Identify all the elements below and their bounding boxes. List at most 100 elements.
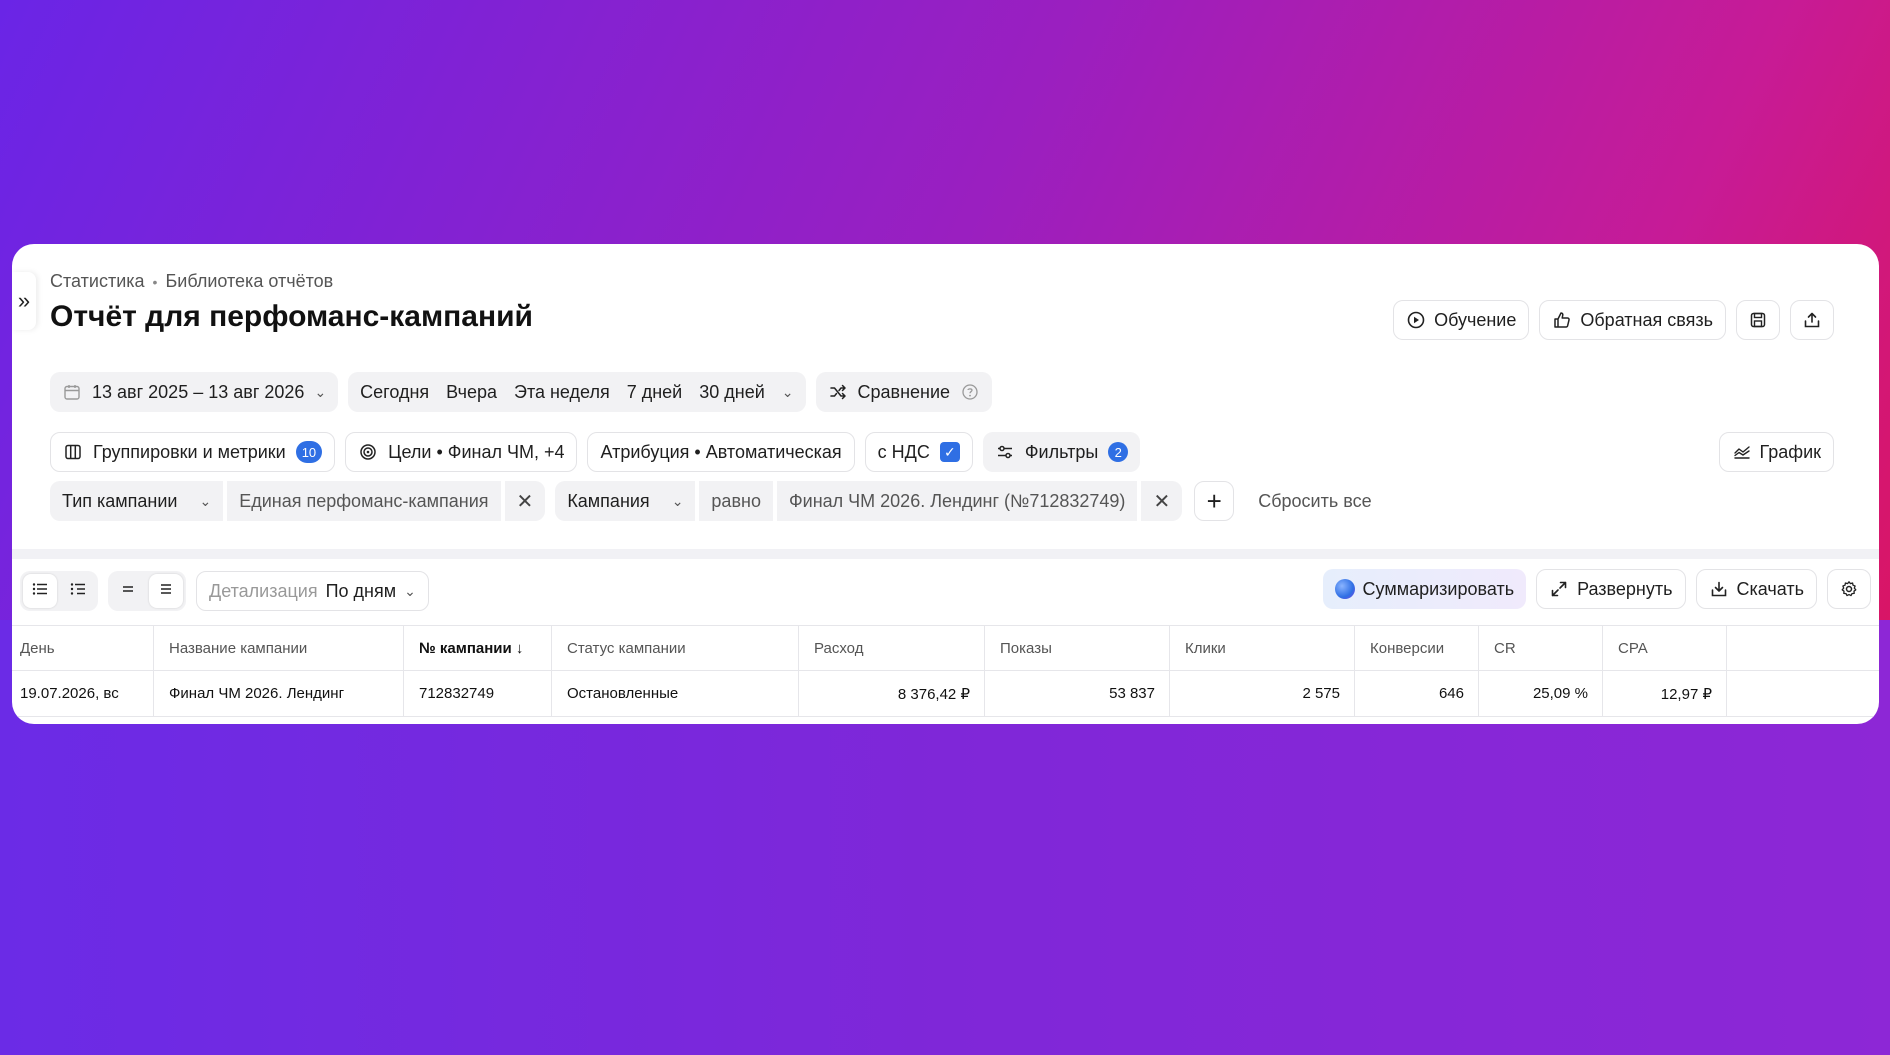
vat-label: с НДС bbox=[877, 441, 930, 462]
filters-button[interactable]: Фильтры 2 bbox=[982, 432, 1141, 472]
detail-label: Детализация bbox=[209, 580, 318, 601]
cell-campaign-id: 712832749 bbox=[404, 671, 552, 716]
breadcrumb: Статистика • Библиотека отчётов bbox=[50, 271, 333, 292]
col-empty-header bbox=[1727, 626, 1879, 670]
list-indent-icon bbox=[70, 582, 86, 601]
period-this-week[interactable]: Эта неделя bbox=[514, 382, 610, 403]
export-button[interactable] bbox=[1790, 300, 1834, 340]
col-impressions-header[interactable]: Показы bbox=[985, 626, 1170, 670]
calendar-icon bbox=[62, 382, 82, 402]
chevron-down-icon: ⌄ bbox=[199, 492, 212, 509]
period-30-days[interactable]: 30 дней bbox=[699, 382, 765, 403]
density-toggle bbox=[108, 571, 186, 611]
filter1-field-select[interactable]: Тип кампании ⌄ bbox=[50, 481, 224, 521]
stats-table: День Название кампании № кампании ↓ Стат… bbox=[12, 625, 1879, 717]
learn-label: Обучение bbox=[1434, 309, 1517, 330]
filter1-remove-button[interactable]: ✕ bbox=[504, 481, 546, 521]
quick-periods: Сегодня Вчера Эта неделя 7 дней 30 дней … bbox=[348, 372, 806, 412]
attribution-label: Атрибуция • Автоматическая bbox=[600, 441, 842, 462]
groupings-count-badge: 10 bbox=[295, 441, 323, 463]
cell-cpa: 12,97 ₽ bbox=[1603, 671, 1727, 716]
save-button[interactable] bbox=[1736, 300, 1780, 340]
period-yesterday[interactable]: Вчера bbox=[446, 382, 497, 403]
download-button[interactable]: Скачать bbox=[1695, 569, 1817, 609]
menu-lines-icon bbox=[159, 582, 173, 601]
vat-checkbox[interactable]: ✓ bbox=[939, 442, 960, 462]
goals-label: Цели • Финал ЧМ, +4 bbox=[388, 441, 565, 462]
close-icon: ✕ bbox=[1153, 490, 1171, 513]
download-icon bbox=[1709, 579, 1729, 599]
report-panel: » Статистика • Библиотека отчётов Отчёт … bbox=[12, 244, 1879, 724]
date-range-value: 13 авг 2025 – 13 авг 2026 bbox=[92, 381, 305, 402]
sidebar-expand-icon[interactable]: » bbox=[12, 272, 36, 330]
filter2-operator[interactable]: равно bbox=[699, 481, 773, 521]
expand-label: Развернуть bbox=[1577, 578, 1673, 599]
feedback-button[interactable]: Обратная связь bbox=[1539, 300, 1726, 340]
col-campaign-name-header[interactable]: Название кампании bbox=[154, 626, 404, 670]
cell-day: 19.07.2026, вс bbox=[12, 671, 154, 716]
detail-select[interactable]: Детализация По дням ⌄ bbox=[196, 571, 429, 611]
filter1-value[interactable]: Единая перфоманс-кампания bbox=[227, 481, 501, 521]
ai-sparkle-icon bbox=[1334, 579, 1355, 599]
learn-button[interactable]: Обучение bbox=[1393, 300, 1530, 340]
chevron-down-icon[interactable]: ⌄ bbox=[782, 384, 794, 401]
shuffle-icon bbox=[828, 382, 848, 402]
col-cpa-header[interactable]: CPA bbox=[1603, 626, 1727, 670]
equals-icon bbox=[121, 582, 135, 601]
breadcrumb-item-library[interactable]: Библиотека отчётов bbox=[165, 271, 333, 292]
feedback-label: Обратная связь bbox=[1580, 309, 1713, 330]
col-status-header[interactable]: Статус кампании bbox=[552, 626, 799, 670]
gear-icon bbox=[1839, 579, 1859, 599]
table-toolbar: Детализация По дням ⌄ Суммаризировать Ра… bbox=[12, 569, 1879, 613]
add-filter-button[interactable]: + bbox=[1194, 481, 1235, 521]
summarize-button[interactable]: Суммаризировать bbox=[1322, 569, 1527, 609]
period-row: 13 авг 2025 – 13 авг 2026 ⌄ Сегодня Вчер… bbox=[50, 372, 993, 412]
filter1-field: Тип кампании bbox=[62, 490, 178, 511]
cell-status: Остановленные bbox=[552, 671, 799, 716]
reset-all-link[interactable]: Сбросить все bbox=[1258, 491, 1371, 512]
groupings-label: Группировки и метрики bbox=[93, 441, 286, 462]
filter2-field-select[interactable]: Кампания ⌄ bbox=[555, 481, 696, 521]
chevron-down-icon: ⌄ bbox=[314, 383, 327, 400]
save-icon bbox=[1748, 310, 1768, 330]
thumbs-up-icon bbox=[1552, 310, 1572, 330]
col-conversions-header[interactable]: Конверсии bbox=[1355, 626, 1479, 670]
filter-conditions: Тип кампании ⌄ Единая перфоманс-кампания… bbox=[50, 481, 1372, 521]
col-cost-header[interactable]: Расход bbox=[799, 626, 985, 670]
goals-button[interactable]: Цели • Финал ЧМ, +4 bbox=[345, 432, 578, 472]
filter2-remove-button[interactable]: ✕ bbox=[1141, 481, 1183, 521]
period-today[interactable]: Сегодня bbox=[360, 382, 429, 403]
comparison-button[interactable]: Сравнение bbox=[815, 372, 993, 412]
breadcrumb-separator: • bbox=[152, 273, 158, 290]
filter2-value[interactable]: Финал ЧМ 2026. Лендинг (№712832749) bbox=[776, 481, 1138, 521]
filters-count-badge: 2 bbox=[1108, 442, 1129, 462]
col-cr-header[interactable]: CR bbox=[1479, 626, 1603, 670]
list-view-toggle bbox=[20, 571, 98, 611]
breadcrumb-item-statistics[interactable]: Статистика bbox=[50, 271, 145, 292]
col-clicks-header[interactable]: Клики bbox=[1170, 626, 1355, 670]
cell-campaign-name: Финал ЧМ 2026. Лендинг bbox=[154, 671, 404, 716]
chevron-down-icon: ⌄ bbox=[671, 492, 684, 509]
density-regular-button[interactable] bbox=[149, 574, 183, 608]
attribution-button[interactable]: Атрибуция • Автоматическая bbox=[587, 432, 855, 472]
expand-button[interactable]: Развернуть bbox=[1536, 569, 1686, 609]
groupings-metrics-button[interactable]: Группировки и метрики 10 bbox=[50, 432, 336, 472]
list-flat-view-button[interactable] bbox=[23, 574, 57, 608]
vat-toggle[interactable]: с НДС ✓ bbox=[864, 432, 973, 472]
date-range-picker[interactable]: 13 авг 2025 – 13 авг 2026 ⌄ bbox=[50, 372, 339, 412]
target-icon bbox=[358, 442, 378, 462]
summarize-label: Суммаризировать bbox=[1362, 578, 1515, 599]
filters-label: Фильтры bbox=[1024, 441, 1099, 462]
settings-row: Группировки и метрики 10 Цели • Финал ЧМ… bbox=[50, 432, 1141, 472]
help-icon[interactable] bbox=[960, 382, 980, 402]
cell-empty bbox=[1727, 671, 1879, 716]
chart-line-icon bbox=[1732, 442, 1752, 462]
density-compact-button[interactable] bbox=[111, 574, 145, 608]
graph-button[interactable]: График bbox=[1718, 432, 1834, 472]
list-tree-view-button[interactable] bbox=[61, 574, 95, 608]
col-day-header[interactable]: День bbox=[12, 626, 154, 670]
table-settings-button[interactable] bbox=[1827, 569, 1871, 609]
period-7-days[interactable]: 7 дней bbox=[627, 382, 683, 403]
columns-icon bbox=[63, 442, 83, 462]
col-campaign-id-header[interactable]: № кампании ↓ bbox=[404, 626, 552, 670]
